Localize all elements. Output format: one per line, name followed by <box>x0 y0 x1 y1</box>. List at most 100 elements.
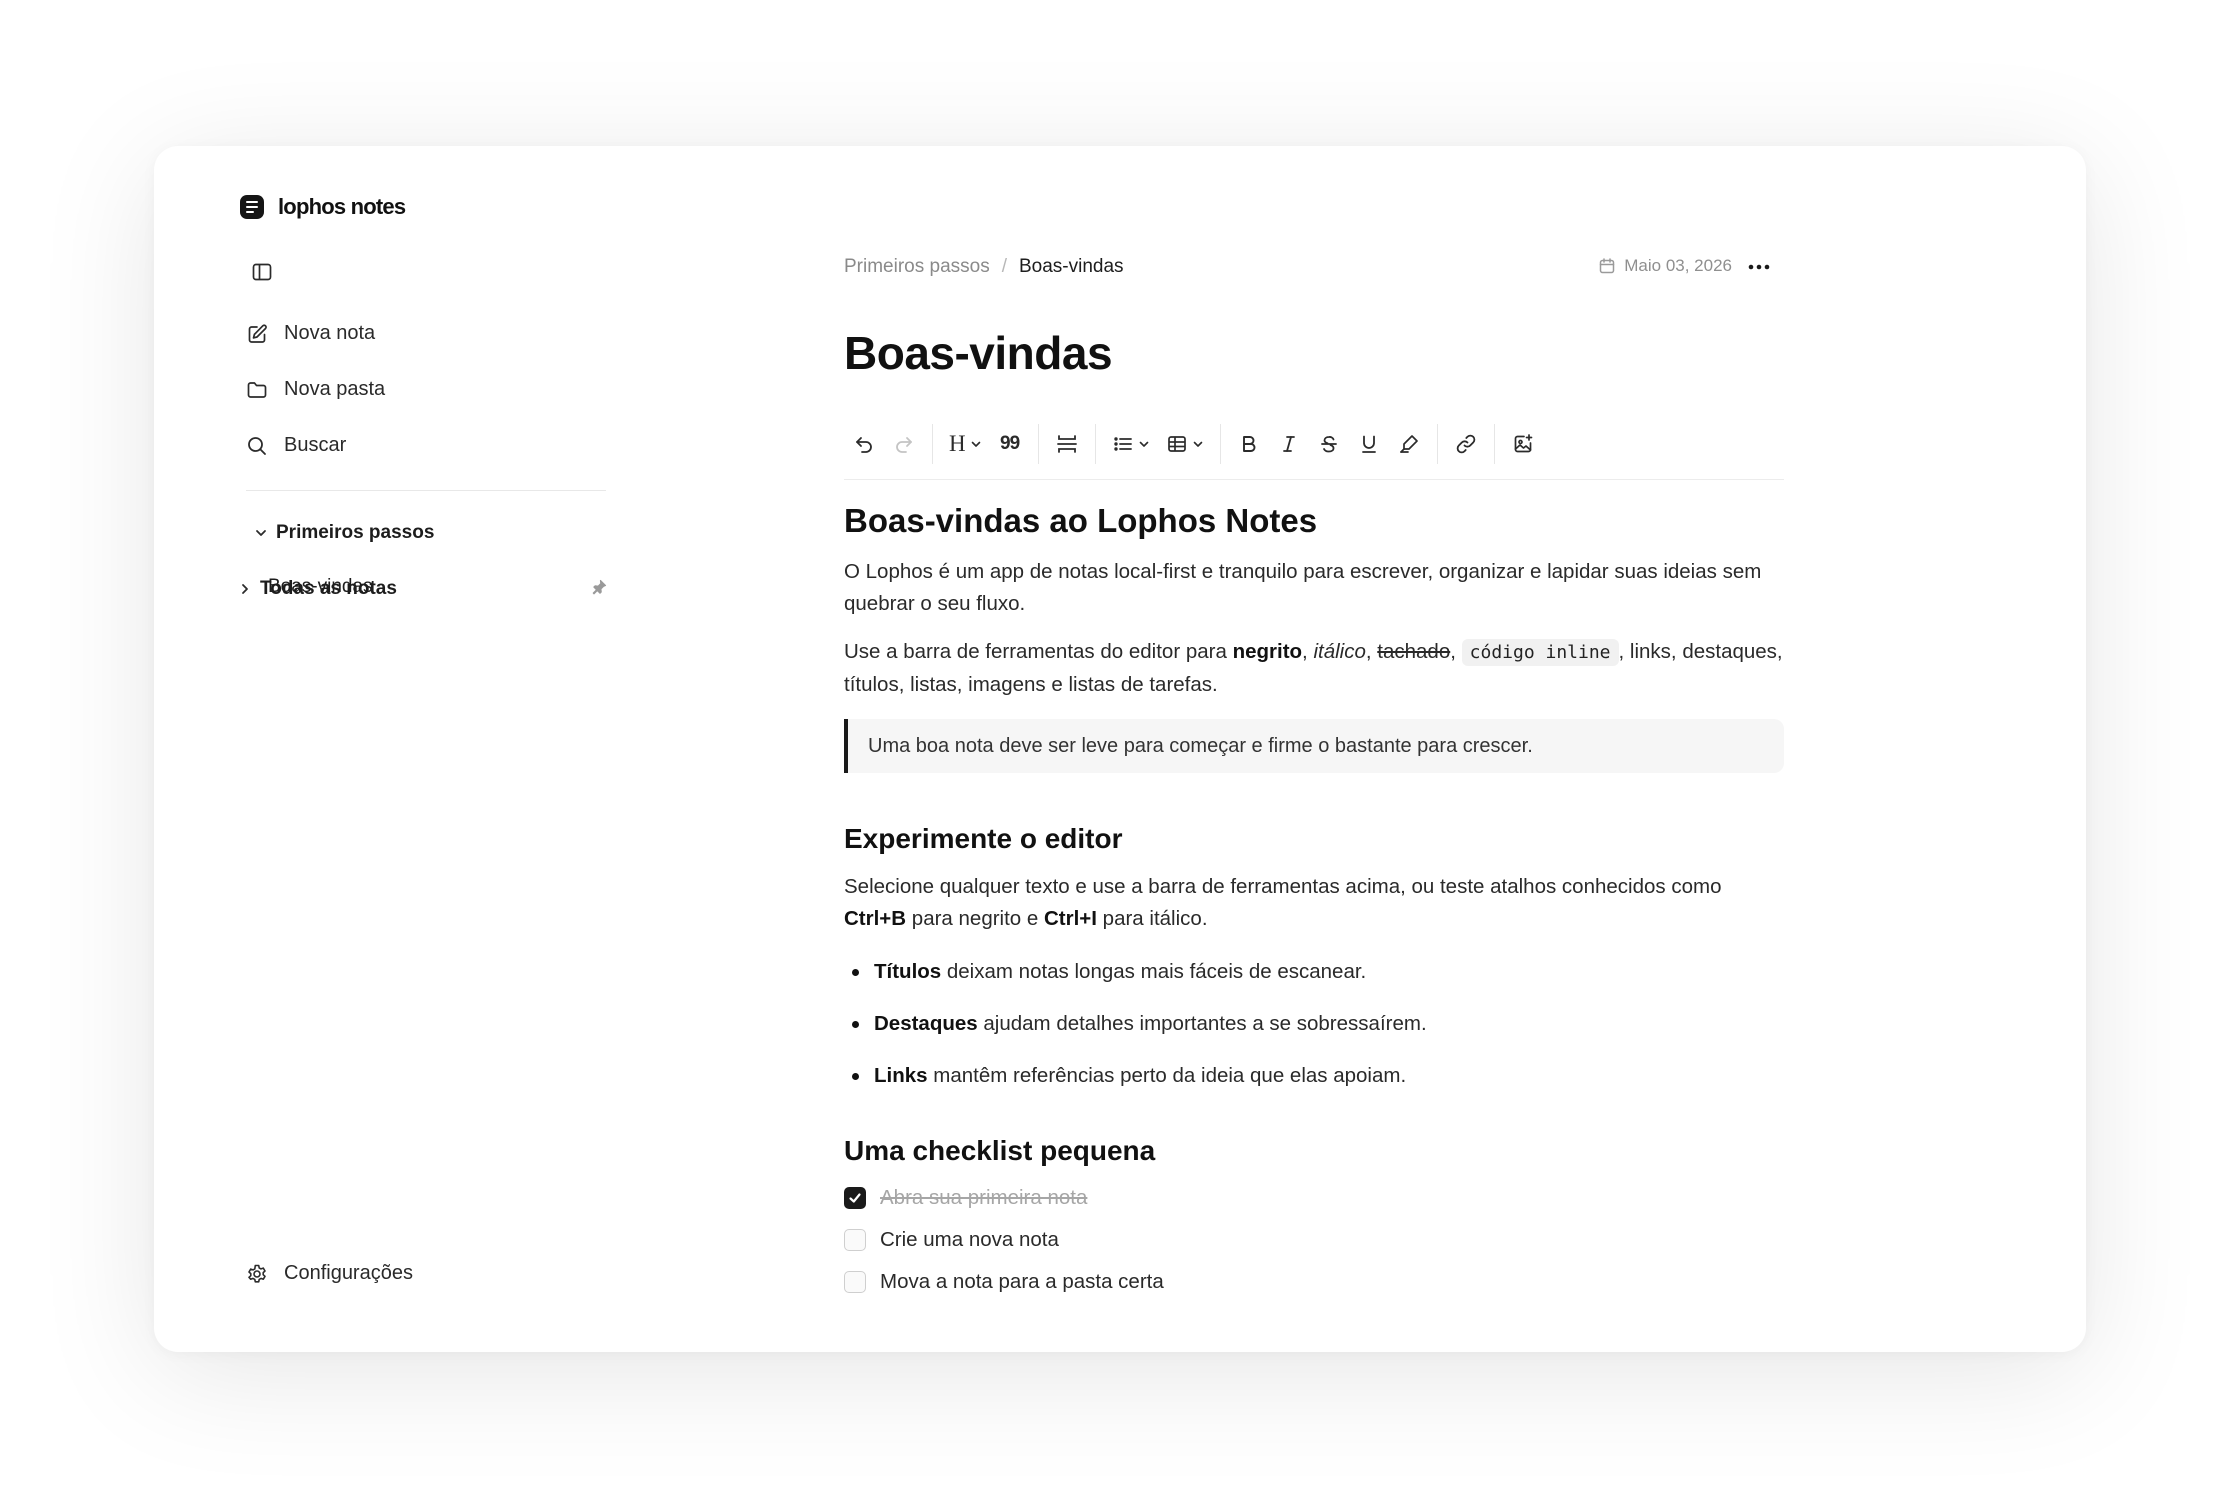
checklist-item: Abra sua primeira nota <box>844 1177 1784 1219</box>
toolbar-divider <box>1094 423 1096 464</box>
checklist-label: Abra sua primeira nota <box>880 1186 1088 1209</box>
new-note-label: Nova nota <box>284 322 376 344</box>
list-item: Links mantêm referências perto da ideia … <box>844 1061 1784 1113</box>
checkbox[interactable] <box>844 1271 866 1293</box>
calendar-icon <box>1598 257 1616 275</box>
table-icon <box>1166 433 1188 455</box>
paragraph-toolbar: Use a barra de ferramentas do editor par… <box>844 636 1784 701</box>
list-item-text: ajudam detalhes importantes a se sobress… <box>977 1012 1427 1035</box>
breadcrumb-separator: / <box>1001 256 1007 277</box>
app-name: lophos notes <box>278 194 406 219</box>
more-options-icon[interactable] <box>1742 252 1776 282</box>
text-run: Use a barra de ferramentas do editor par… <box>844 640 1233 663</box>
text-run: , <box>1302 640 1314 663</box>
text-run: para negrito e <box>906 907 1044 930</box>
note-date: Maio 03, 2026 <box>1598 256 1732 276</box>
search-button[interactable]: Buscar <box>246 434 346 457</box>
search-label: Buscar <box>284 434 347 456</box>
note-content[interactable]: Boas-vindas ao Lophos Notes O Lophos é u… <box>844 490 1784 1303</box>
image-icon[interactable] <box>1503 424 1543 464</box>
content-heading-1: Boas-vindas ao Lophos Notes <box>844 502 1318 539</box>
strikethrough-icon[interactable] <box>1309 424 1349 464</box>
page-title[interactable]: Boas-vindas <box>844 326 1113 380</box>
heading-dropdown[interactable]: H <box>941 424 990 464</box>
list-item-bold: Títulos <box>874 960 942 983</box>
heading-icon: H <box>949 430 966 456</box>
redo-icon[interactable] <box>884 424 924 464</box>
text-run: , <box>1365 640 1378 663</box>
inline-code: código inline <box>1461 639 1619 666</box>
folder-todas-as-notas[interactable]: Todas as notas <box>238 578 397 600</box>
text-run: para itálico. <box>1096 907 1208 930</box>
chevron-down-icon <box>1192 438 1204 450</box>
content-heading-3: Uma checklist pequena <box>844 1135 1156 1166</box>
shortcut-bold: Ctrl+B <box>844 907 907 930</box>
logo-icon <box>240 195 264 219</box>
highlight-icon[interactable] <box>1389 424 1429 464</box>
italic-text: itálico <box>1313 640 1366 663</box>
table-dropdown[interactable] <box>1158 424 1212 464</box>
text-run: , <box>1450 640 1462 663</box>
paragraph-intro: O Lophos é um app de notas local-first e… <box>844 560 1762 615</box>
edit-icon <box>246 323 268 345</box>
folder-primeiros-passos[interactable]: Primeiros passos <box>254 522 434 544</box>
new-folder-label: Nova pasta <box>284 378 386 400</box>
italic-icon[interactable] <box>1269 424 1309 464</box>
chevron-down-icon <box>1138 438 1150 450</box>
editor-area: Primeiros passos / Boas-vindas Maio 03, … <box>844 146 1784 1352</box>
app-window: lophos notes Nova nota Nova pasta Buscar… <box>154 146 2086 1352</box>
toolbar-divider <box>1219 423 1221 464</box>
bold-icon[interactable] <box>1229 424 1269 464</box>
breadcrumb-parent[interactable]: Primeiros passos <box>844 256 990 278</box>
checklist-label: Crie uma nova nota <box>880 1228 1059 1251</box>
toolbar-divider <box>1493 423 1495 464</box>
link-icon[interactable] <box>1446 424 1486 464</box>
sidebar-divider <box>246 490 606 491</box>
list-icon <box>1112 433 1134 455</box>
underline-icon[interactable] <box>1349 424 1389 464</box>
bold-text: negrito <box>1232 640 1303 663</box>
paragraph-shortcuts: Selecione qualquer texto e use a barra d… <box>844 871 1784 935</box>
shortcut-italic: Ctrl+I <box>1044 907 1097 930</box>
search-icon <box>246 435 268 457</box>
blockquote-glyph: 99 <box>1000 432 1020 454</box>
strikethrough-text: tachado <box>1377 640 1451 663</box>
list-item-text: deixam notas longas mais fáceis de escan… <box>941 960 1367 983</box>
pin-icon[interactable] <box>590 578 608 596</box>
undo-icon[interactable] <box>844 424 884 464</box>
app-logo: lophos notes <box>240 194 406 220</box>
settings-label: Configurações <box>284 1262 413 1284</box>
new-note-button[interactable]: Nova nota <box>246 322 375 345</box>
list-item-bold: Links <box>874 1064 928 1087</box>
sidebar-toggle-icon[interactable] <box>246 256 278 288</box>
blockquote: Uma boa nota deve ser leve para começar … <box>844 719 1784 773</box>
date-text: Maio 03, 2026 <box>1624 256 1732 275</box>
sidebar: lophos notes Nova nota Nova pasta Buscar… <box>154 146 634 1352</box>
content-heading-2: Experimente o editor <box>844 823 1123 854</box>
list-item: Destaques ajudam detalhes importantes a … <box>844 1009 1784 1061</box>
settings-button[interactable]: Configurações <box>246 1262 413 1285</box>
toolbar-divider <box>1436 423 1438 464</box>
new-folder-button[interactable]: Nova pasta <box>246 378 385 401</box>
bullet-list: Títulos deixam notas longas mais fáceis … <box>844 957 1784 1113</box>
breadcrumb-current: Boas-vindas <box>1019 256 1124 277</box>
checklist-item: Mova a nota para a pasta certa <box>844 1261 1784 1303</box>
checkbox[interactable] <box>844 1229 866 1251</box>
all-notes-label: Todas as notas <box>260 578 397 599</box>
toolbar-divider <box>932 423 933 464</box>
blockquote-icon[interactable]: 99 <box>990 424 1030 464</box>
list-item: Títulos deixam notas longas mais fáceis … <box>844 957 1784 1009</box>
checklist: Abra sua primeira nota Crie uma nova not… <box>844 1177 1784 1303</box>
folder-label: Primeiros passos <box>276 522 435 543</box>
horizontal-rule-icon[interactable] <box>1047 424 1087 464</box>
checklist-item: Crie uma nova nota <box>844 1219 1784 1261</box>
breadcrumb: Primeiros passos / Boas-vindas <box>844 256 1124 278</box>
list-dropdown[interactable] <box>1104 424 1158 464</box>
list-item-bold: Destaques <box>874 1012 978 1035</box>
chevron-down-icon <box>970 438 982 450</box>
gear-icon <box>246 1263 268 1285</box>
checkbox-checked[interactable] <box>844 1187 866 1209</box>
list-item-text: mantêm referências perto da ideia que el… <box>927 1064 1407 1087</box>
editor-toolbar: H 99 <box>844 408 1784 480</box>
chevron-down-icon <box>254 526 268 540</box>
